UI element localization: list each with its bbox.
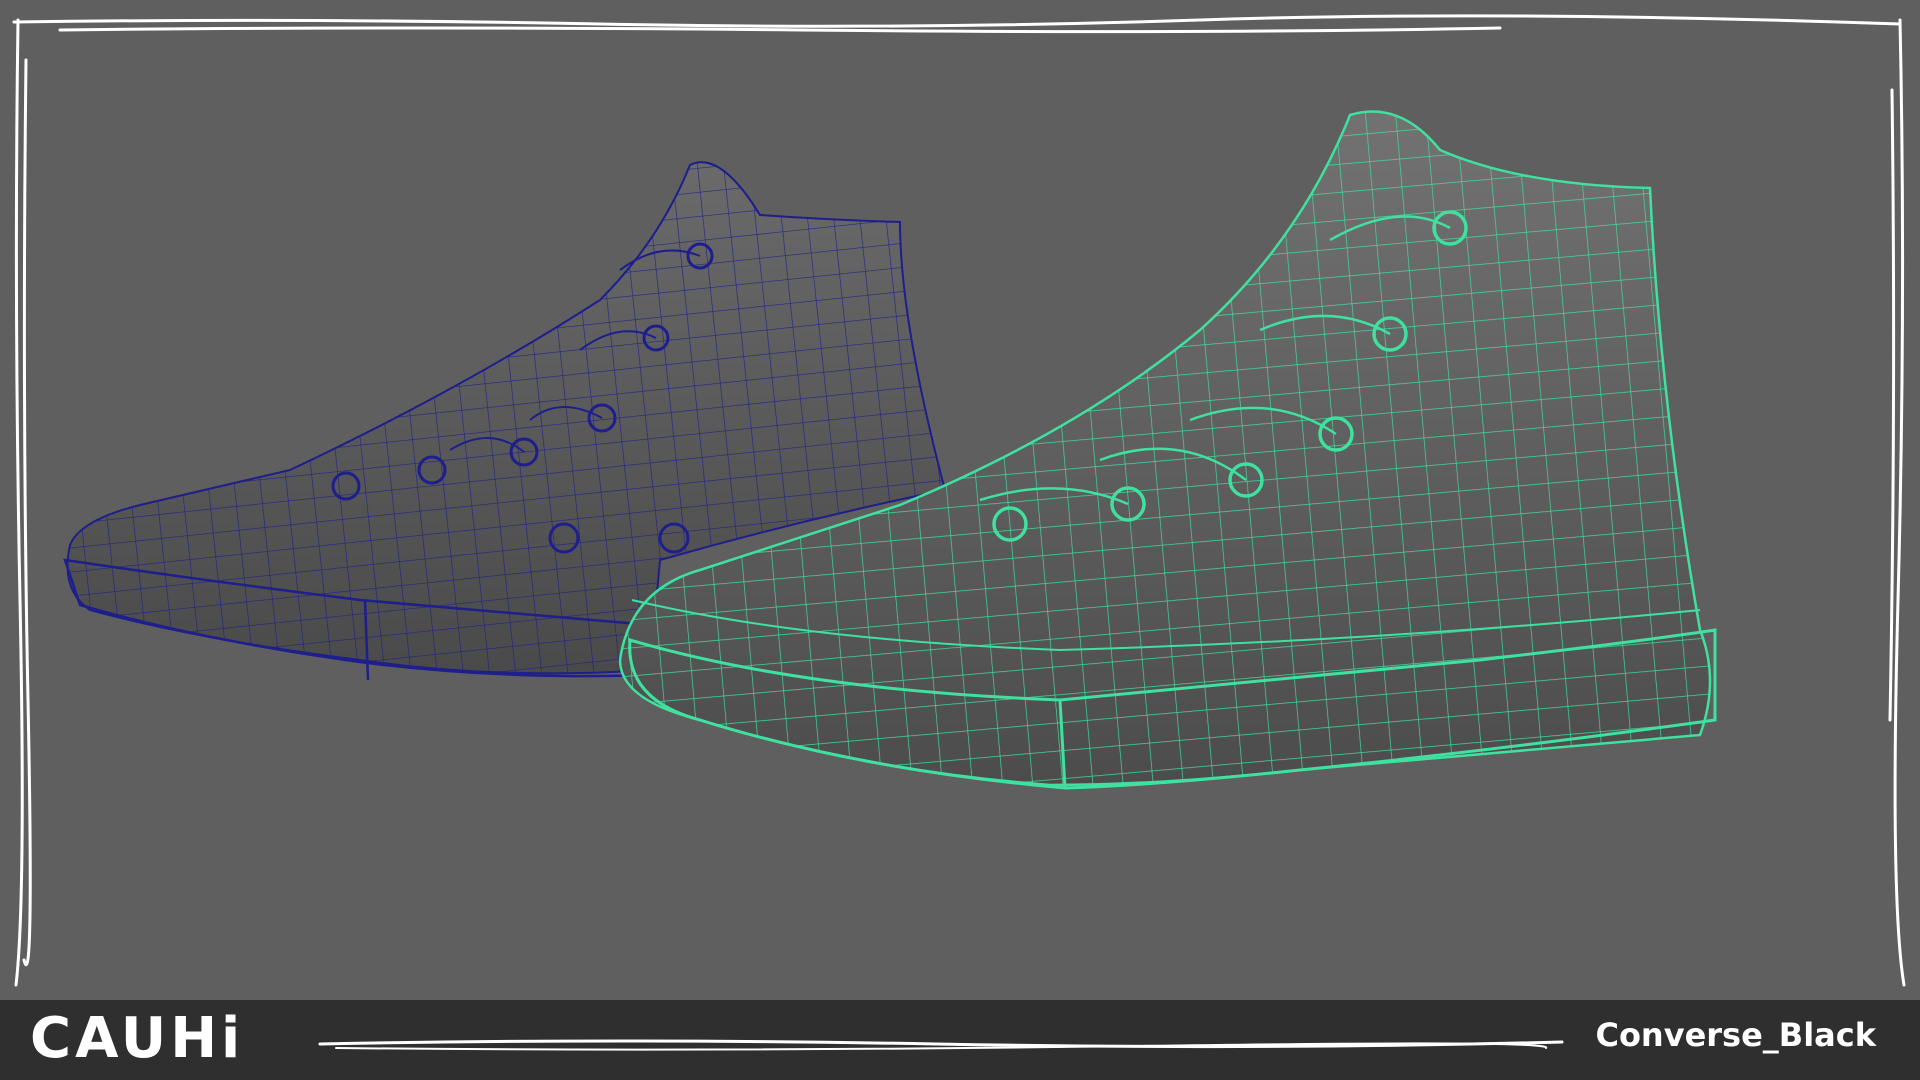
- sketch-divider: [318, 1039, 1564, 1051]
- brand-logo: CAUHi: [30, 1006, 245, 1071]
- viewport-canvas: [12, 14, 1906, 987]
- 3d-viewport[interactable]: [0, 0, 1920, 1000]
- asset-name-label: Converse_Black: [1595, 1016, 1876, 1054]
